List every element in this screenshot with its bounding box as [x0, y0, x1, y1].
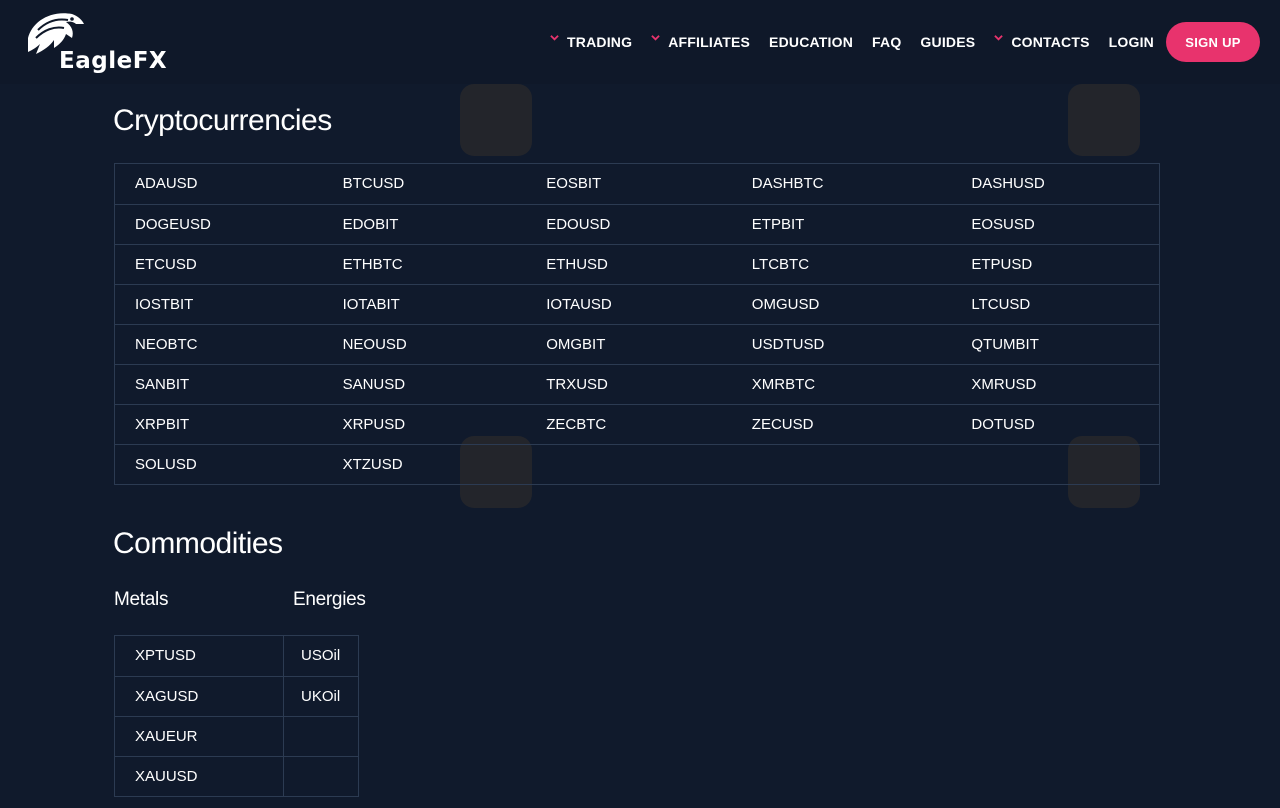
symbol-cell: DOGEUSD — [135, 216, 211, 233]
symbol-cell: IOTAUSD — [546, 296, 612, 313]
energies-heading: Energies — [293, 589, 366, 610]
table-row: XPTUSD USOil — [115, 636, 358, 676]
symbol-cell: ETHBTC — [342, 256, 403, 273]
metal-cell: XAUUSD — [115, 757, 284, 796]
symbol-cell: XMRBTC — [751, 376, 816, 393]
symbol-cell — [752, 445, 972, 484]
sign-up-button[interactable]: SIGN UP — [1166, 22, 1260, 62]
metals-heading: Metals — [114, 589, 169, 610]
energy-cell: USOil — [301, 647, 341, 664]
symbol-cell: SANBIT — [135, 376, 190, 393]
symbol-cell: EOSBIT — [546, 175, 602, 192]
section-title-crypto: Cryptocurrencies — [113, 104, 332, 137]
chevron-down-icon — [651, 34, 660, 41]
nav-item-education[interactable]: EDUCATION — [769, 34, 853, 50]
brand-name: EagleFX — [59, 48, 168, 74]
symbol-cell: ETPBIT — [751, 216, 805, 233]
table-row: DOGEUSD EDOBIT EDOUSD ETPBIT EOSUSD — [115, 204, 1159, 244]
symbol-cell: ADAUSD — [135, 175, 198, 192]
nav-item-trading[interactable]: TRADING — [550, 34, 632, 50]
symbol-cell — [971, 445, 1159, 484]
symbol-cell: QTUMBIT — [971, 336, 1039, 353]
metal-cell: XPTUSD — [115, 636, 284, 676]
nav-item-faq[interactable]: FAQ — [872, 34, 901, 50]
symbol-cell: DOTUSD — [971, 416, 1035, 433]
symbol-cell: ETCUSD — [135, 256, 197, 273]
watermark-logo — [1068, 84, 1140, 156]
energy-cell: UKOil — [301, 688, 341, 705]
symbol-cell: ZECUSD — [751, 416, 814, 433]
section-title-commodities: Commodities — [113, 527, 283, 560]
table-row: NEOBTC NEOUSD OMGBIT USDTUSD QTUMBIT — [115, 324, 1159, 364]
symbol-cell: USDTUSD — [751, 336, 825, 353]
symbol-cell: DASHBTC — [751, 175, 824, 192]
energy-cell — [284, 717, 358, 756]
symbol-cell: ETHUSD — [546, 256, 608, 273]
symbol-cell: IOTABIT — [342, 296, 400, 313]
table-row: SANBIT SANUSD TRXUSD XMRBTC XMRUSD — [115, 364, 1159, 404]
table-row: XRPBIT XRPUSD ZECBTC ZECUSD DOTUSD — [115, 404, 1159, 444]
eaglefx-logo[interactable]: EagleFX — [24, 8, 168, 74]
symbol-cell: SOLUSD — [135, 456, 197, 473]
symbol-cell: EDOUSD — [546, 216, 611, 233]
symbol-cell: ZECBTC — [546, 416, 607, 433]
table-row: ETCUSD ETHBTC ETHUSD LTCBTC ETPUSD — [115, 244, 1159, 284]
table-row: ADAUSD BTCUSD EOSBIT DASHBTC DASHUSD — [115, 164, 1159, 204]
symbol-cell: OMGBIT — [546, 336, 606, 353]
symbol-cell: DASHUSD — [971, 175, 1045, 192]
symbol-cell: NEOUSD — [342, 336, 407, 353]
crypto-table: ADAUSD BTCUSD EOSBIT DASHBTC DASHUSD DOGEUSD E… — [114, 163, 1160, 485]
chevron-down-icon — [550, 34, 559, 41]
symbol-cell: BTCUSD — [342, 175, 405, 192]
symbol-cell: LTCBTC — [751, 256, 810, 273]
symbol-cell: XMRUSD — [971, 376, 1037, 393]
chevron-down-icon — [994, 34, 1004, 41]
nav-item-contacts[interactable]: CONTACTS — [994, 34, 1089, 50]
symbol-cell — [546, 445, 752, 484]
nav-item-login[interactable]: LOGIN — [1109, 34, 1154, 50]
main-nav: TRADING AFFILIATES EDUCATION FAQ GUIDES … — [531, 22, 1260, 62]
symbol-cell: XRPBIT — [135, 416, 190, 433]
table-row: XAUEUR — [115, 716, 358, 756]
symbol-cell: NEOBTC — [135, 336, 198, 353]
table-row: SOLUSD XTZUSD — [115, 444, 1159, 484]
symbol-cell: LTCUSD — [971, 296, 1031, 313]
watermark-logo — [460, 84, 532, 156]
metal-cell: XAGUSD — [115, 677, 284, 716]
symbol-cell: XRPUSD — [342, 416, 406, 433]
symbol-cell: ETPUSD — [971, 256, 1033, 273]
symbol-cell: OMGUSD — [751, 296, 820, 313]
nav-item-guides[interactable]: GUIDES — [920, 34, 975, 50]
site-header: EagleFX TRADING AFFILIATES EDUCATION FAQ… — [0, 0, 1280, 84]
symbol-cell: SANUSD — [342, 376, 406, 393]
metal-cell: XAUEUR — [115, 717, 284, 756]
symbol-cell: EDOBIT — [342, 216, 399, 233]
symbol-cell: EOSUSD — [971, 216, 1035, 233]
symbol-cell: IOSTBIT — [135, 296, 194, 313]
commodities-table: XPTUSD USOil XAGUSD UKOil XAUEUR XAUUSD — [114, 635, 359, 797]
energy-cell — [284, 757, 358, 796]
symbol-cell: TRXUSD — [546, 376, 608, 393]
table-row: XAUUSD — [115, 756, 358, 796]
nav-item-affiliates[interactable]: AFFILIATES — [651, 34, 750, 50]
table-row: IOSTBIT IOTABIT IOTAUSD OMGUSD LTCUSD — [115, 284, 1159, 324]
symbol-cell: XTZUSD — [342, 456, 403, 473]
table-row: XAGUSD UKOil — [115, 676, 358, 716]
